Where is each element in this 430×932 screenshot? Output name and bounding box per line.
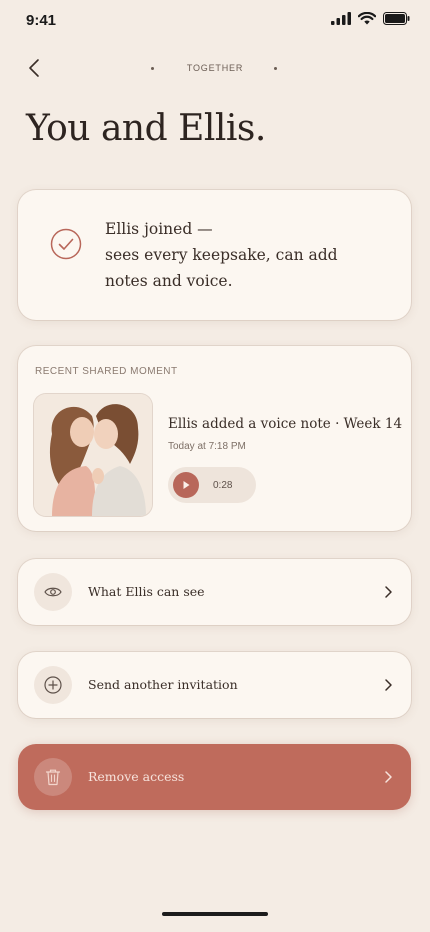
plus-icon-wrap [34,666,72,704]
joined-card: Ellis joined — sees every keepsake, can … [18,190,411,320]
send-invitation-label: Send another invitation [88,677,238,692]
remove-access-label: Remove access [88,769,185,784]
top-nav: TOGETHER [0,50,430,86]
moment-section-label: RECENT SHARED MOMENT [35,366,178,377]
nav-dot-right [274,67,277,70]
joined-message: Ellis joined — sees every keepsake, can … [105,216,375,294]
eye-icon [44,587,62,597]
send-invitation-row[interactable]: Send another invitation [18,652,411,718]
wifi-icon [358,12,376,25]
check-circle-icon [50,228,82,260]
recent-moment-card[interactable]: RECENT SHARED MOMENT Ellis added a voice… [18,346,411,531]
moment-photo[interactable] [34,394,152,516]
battery-icon [383,12,410,25]
chevron-right-icon [385,771,392,783]
status-icons [331,12,410,25]
trash-icon-wrap [34,758,72,796]
remove-access-button[interactable]: Remove access [18,744,411,810]
what-ellis-can-see-row[interactable]: What Ellis can see [18,559,411,625]
nav-title: TOGETHER [186,63,244,73]
voice-note-duration: 0:28 [213,479,233,491]
signal-icon [331,12,351,25]
status-bar: 9:41 [0,0,430,44]
play-button[interactable] [173,472,199,498]
plus-circle-icon [44,676,62,694]
moment-timestamp: Today at 7:18 PM [168,441,246,452]
couple-illustration [34,394,152,516]
joined-line-2: sees every keepsake, can add [105,246,338,264]
status-time: 9:41 [26,12,57,29]
what-ellis-can-see-label: What Ellis can see [88,584,205,599]
joined-line-3: notes and voice. [105,272,233,290]
voice-note-player[interactable]: 0:28 [168,467,256,503]
chevron-right-icon [385,679,392,691]
eye-icon-wrap [34,573,72,611]
home-indicator [162,912,268,916]
page-title: You and Ellis. [26,108,266,149]
play-icon [183,481,190,489]
joined-line-1: Ellis joined — [105,220,213,238]
trash-icon [45,769,61,786]
chevron-right-icon [385,586,392,598]
moment-title: Ellis added a voice note · Week 14 [168,416,403,432]
